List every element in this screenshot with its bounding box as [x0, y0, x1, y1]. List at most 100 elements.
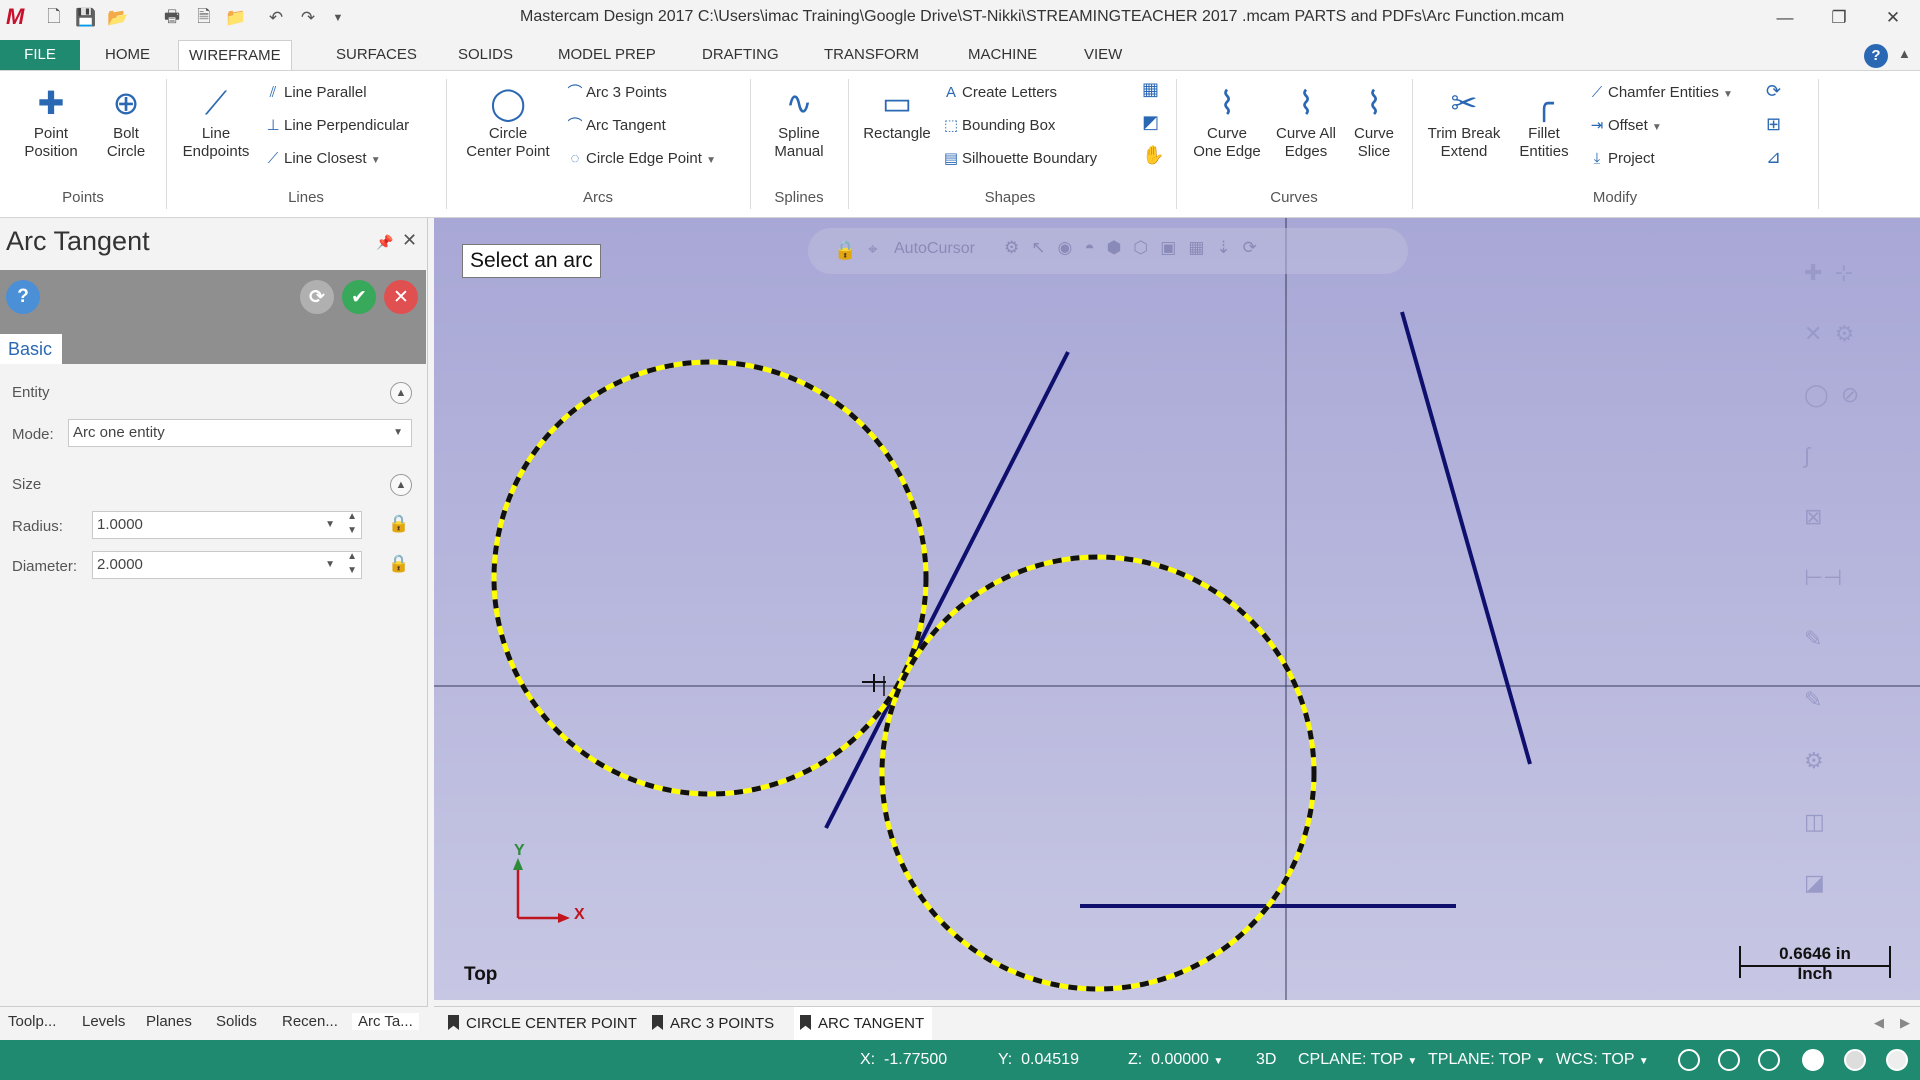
restore-icon[interactable]: ❐ [1816, 4, 1862, 32]
curve-all-edges-button[interactable]: ⌇ Curve All Edges [1264, 83, 1348, 161]
tab-file[interactable]: FILE [0, 40, 80, 70]
rectangle-button[interactable]: ▭ Rectangle [852, 83, 942, 143]
tplane-selector[interactable]: TPLANE: TOP ▼ [1428, 1051, 1546, 1069]
modify-extra-icon-3[interactable]: ⊿ [1766, 147, 1781, 168]
arc-3-points-button[interactable]: ⌒ Arc 3 Points [564, 79, 666, 107]
tab-planes[interactable]: Planes [146, 1013, 192, 1030]
line-parallel-button[interactable]: ⫽ Line Parallel [262, 79, 367, 107]
tab-solids[interactable]: Solids [216, 1013, 257, 1030]
diameter-input[interactable]: 2.0000 ▼ ▲ ▼ [92, 551, 362, 579]
lock-icon[interactable]: 🔒 [388, 554, 409, 574]
radius-input[interactable]: 1.0000 ▼ ▲ ▼ [92, 511, 362, 539]
shading-icon-2[interactable] [1844, 1049, 1866, 1071]
circle-center-point-button[interactable]: ◯ Circle Center Point [450, 83, 566, 161]
print-icon[interactable]: 🖶 [160, 6, 184, 30]
offset-button[interactable]: ⇥ Offset ▼ [1586, 112, 1662, 140]
line-endpoints-button[interactable]: ⟋ Line Endpoints [170, 83, 262, 161]
z-coordinate[interactable]: Z: 0.00000 ▼ [1128, 1051, 1223, 1069]
box-tool-icon[interactable]: ⊠ [1804, 486, 1904, 547]
add-icon[interactable]: ✚ ⊹ [1804, 242, 1904, 303]
autocursor-label[interactable]: AutoCursor [894, 240, 975, 258]
close-window-icon[interactable]: ✕ [1870, 4, 1916, 32]
globe-icon-3[interactable] [1758, 1049, 1780, 1071]
selection-tools-icons[interactable]: ⚙↖◉◓⬢⬡▣▦⇣⟳ [1004, 238, 1269, 258]
save-as-icon[interactable]: 🗎 [192, 6, 216, 30]
tab-arc-3-points[interactable]: ARC 3 POINTS [646, 1007, 782, 1041]
ok-icon[interactable]: ✔ [342, 280, 376, 314]
bolt-circle-button[interactable]: ⊕ Bolt Circle [96, 83, 156, 161]
shapes-extra-icon[interactable]: ▦ [1142, 79, 1159, 100]
collapse-size-icon[interactable]: ▲ [390, 474, 412, 496]
bounding-box-button[interactable]: ⬚ Bounding Box [940, 112, 1056, 140]
cplane-selector[interactable]: CPLANE: TOP ▼ [1298, 1051, 1417, 1069]
help-icon[interactable]: ? [6, 280, 40, 314]
shapes-extra-icon-2[interactable]: ◩ [1142, 112, 1159, 133]
silhouette-boundary-button[interactable]: ▤ Silhouette Boundary [940, 145, 1097, 173]
curve-one-edge-button[interactable]: ⌇ Curve One Edge [1180, 83, 1274, 161]
lock-icon[interactable]: 🔒 [834, 240, 856, 261]
redo-icon[interactable]: ↷ [296, 6, 320, 30]
arc-tangent-button[interactable]: ⌒ Arc Tangent [564, 112, 665, 140]
open-folder-icon[interactable]: 📂 [106, 6, 130, 30]
scroll-right-icon[interactable]: ▶ [1900, 1015, 1910, 1031]
curve-slice-button[interactable]: ⌇ Curve Slice [1342, 83, 1406, 161]
tab-surfaces[interactable]: SURFACES [326, 40, 427, 70]
tab-drafting[interactable]: DRAFTING [692, 40, 789, 70]
layers-icon[interactable]: ◪ [1804, 852, 1904, 913]
collapse-entity-icon[interactable]: ▲ [390, 382, 412, 404]
settings-icon[interactable]: ⚙ [1804, 730, 1904, 791]
tab-arc-tangent[interactable]: ARC TANGENT [794, 1007, 933, 1041]
snap-icon[interactable]: ✕ ⚙ [1804, 303, 1904, 364]
cube-icon[interactable]: ◫ [1804, 791, 1904, 852]
tab-basic[interactable]: Basic [0, 334, 62, 364]
cancel-icon[interactable]: ✕ [384, 280, 418, 314]
globe-icon-2[interactable] [1718, 1049, 1740, 1071]
modify-extra-icon[interactable]: ⟳ [1766, 81, 1781, 102]
tab-model-prep[interactable]: MODEL PREP [548, 40, 666, 70]
apply-icon[interactable]: ⟳ [300, 280, 334, 314]
tab-levels[interactable]: Levels [82, 1013, 125, 1030]
circle-edge-point-button[interactable]: ◌ Circle Edge Point ▼ [564, 145, 716, 173]
trim-break-extend-button[interactable]: ✂ Trim Break Extend [1416, 83, 1512, 161]
tab-wireframe[interactable]: WIREFRAME [178, 40, 292, 70]
globe-icon[interactable] [1678, 1049, 1700, 1071]
customize-quick-access-icon[interactable]: ▼ [326, 6, 350, 30]
pencil-icon-2[interactable]: ✎ [1804, 669, 1904, 730]
lock-icon[interactable]: 🔒 [388, 514, 409, 534]
curve-tool-icon[interactable]: ∫ [1804, 425, 1904, 486]
tab-home[interactable]: HOME [95, 40, 160, 70]
tab-arc-tangent[interactable]: Arc Ta... [352, 1013, 419, 1030]
mode-toggle[interactable]: 3D [1256, 1051, 1276, 1069]
pencil-icon[interactable]: ✎ [1804, 608, 1904, 669]
new-file-icon[interactable]: 🗋 [42, 6, 66, 30]
fillet-entities-button[interactable]: ╭ Fillet Entities [1506, 83, 1582, 161]
graphics-viewport[interactable]: Y X Select an arc 🔒 ⌖ AutoCursor ⚙↖◉◓⬢⬡▣… [434, 218, 1920, 1000]
shading-icon[interactable] [1802, 1049, 1824, 1071]
tab-view[interactable]: VIEW [1074, 40, 1132, 70]
line-perpendicular-button[interactable]: ⊥ Line Perpendicular [262, 112, 409, 140]
circle-tool-icon[interactable]: ◯ ⊘ [1804, 364, 1904, 425]
shapes-extra-icon-3[interactable]: ✋ [1142, 145, 1164, 166]
modify-extra-icon-2[interactable]: ⊞ [1766, 114, 1781, 135]
pin-icon[interactable]: 📌 [376, 234, 393, 251]
merge-icon[interactable]: 📁 [224, 6, 248, 30]
collapse-ribbon-icon[interactable]: ▲ [1898, 46, 1911, 61]
chamfer-entities-button[interactable]: ⟋ Chamfer Entities ▼ [1586, 79, 1733, 107]
close-panel-icon[interactable]: ✕ [402, 230, 417, 251]
spline-manual-button[interactable]: ∿ Spline Manual [754, 83, 844, 161]
autocursor-icon[interactable]: ⌖ [868, 240, 878, 260]
tab-machine[interactable]: MACHINE [958, 40, 1047, 70]
help-icon[interactable]: ? [1864, 44, 1888, 68]
create-letters-button[interactable]: A Create Letters [940, 79, 1057, 107]
app-logo[interactable]: M [6, 4, 24, 30]
line-closest-button[interactable]: ⟋ Line Closest ▼ [262, 145, 381, 173]
shading-icon-3[interactable] [1886, 1049, 1908, 1071]
tab-transform[interactable]: TRANSFORM [814, 40, 929, 70]
point-position-button[interactable]: ✚ Point Position [8, 83, 94, 161]
save-icon[interactable]: 💾 [74, 6, 98, 30]
mode-select[interactable]: Arc one entity ▼ [68, 419, 412, 447]
tab-solids[interactable]: SOLIDS [448, 40, 523, 70]
minimize-icon[interactable]: — [1762, 4, 1808, 32]
entity-section-header[interactable]: Entity ▲ [6, 378, 420, 408]
scroll-left-icon[interactable]: ◀ [1874, 1015, 1884, 1031]
